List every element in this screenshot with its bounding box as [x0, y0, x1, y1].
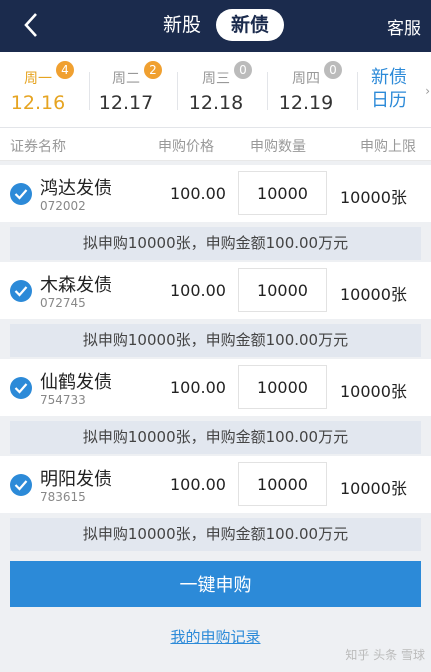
tab-group: 新股 新债 — [148, 9, 285, 41]
bond-limit: 10000张 — [340, 382, 407, 401]
day-date: 12.17 — [98, 92, 154, 114]
table-header: 证券名称 申购价格 申购数量 申购上限 — [0, 128, 431, 161]
bond-code: 783615 — [40, 490, 86, 504]
day-date: 12.19 — [278, 92, 334, 114]
column-header-limit: 申购上限 — [360, 139, 416, 155]
top-bar: 新股 新债 客服 — [0, 0, 431, 52]
bond-price: 100.00 — [170, 378, 226, 397]
checkbox-checked-icon[interactable] — [10, 280, 32, 302]
day-tab-monday[interactable]: 周一 4 12.16 — [0, 52, 90, 128]
subscription-summary: 拟申购10000张，申购金额100.00万元 — [10, 227, 421, 260]
day-tab-tuesday[interactable]: 周二 2 12.17 — [88, 52, 178, 128]
quantity-input[interactable] — [238, 462, 327, 506]
my-subscription-records-link[interactable]: 我的申购记录 — [0, 626, 431, 647]
bond-price: 100.00 — [170, 184, 226, 203]
count-badge: 0 — [234, 61, 252, 79]
tab-new-stock[interactable]: 新股 — [148, 9, 216, 41]
bond-code: 072745 — [40, 296, 86, 310]
tab-new-bond[interactable]: 新债 — [216, 9, 285, 41]
count-badge: 4 — [56, 61, 74, 79]
quantity-input[interactable] — [238, 171, 327, 215]
bond-item: 鸿达发债 072002 100.00 10000张 拟申购10000张，申购金额… — [0, 165, 431, 260]
column-header-quantity: 申购数量 — [250, 139, 306, 155]
table-row: 木森发债 072745 100.00 10000张 — [0, 262, 431, 319]
one-click-subscribe-button[interactable]: 一键申购 — [10, 561, 421, 607]
day-tab-wednesday[interactable]: 周三 0 12.18 — [178, 52, 268, 128]
count-badge: 2 — [144, 61, 162, 79]
subscription-summary: 拟申购10000张，申购金额100.00万元 — [10, 324, 421, 357]
bond-name: 木森发债 — [40, 275, 112, 296]
count-badge: 0 — [324, 61, 342, 79]
chevron-right-icon: › — [425, 84, 430, 98]
divider — [357, 72, 358, 110]
table-row: 仙鹤发债 754733 100.00 10000张 — [0, 359, 431, 416]
bond-calendar-link[interactable]: 新债日历 — [371, 66, 417, 112]
quantity-input[interactable] — [238, 268, 327, 312]
bond-price: 100.00 — [170, 281, 226, 300]
customer-service-link[interactable]: 客服 — [387, 14, 421, 39]
bond-limit: 10000张 — [340, 479, 407, 498]
bond-limit: 10000张 — [340, 285, 407, 304]
bond-limit: 10000张 — [340, 188, 407, 207]
date-selector: 周一 4 12.16 周二 2 12.17 周三 0 12.18 周四 0 12… — [0, 52, 431, 128]
checkbox-checked-icon[interactable] — [10, 377, 32, 399]
checkbox-checked-icon[interactable] — [10, 183, 32, 205]
bond-price: 100.00 — [170, 475, 226, 494]
watermark: 知乎 头条 雪球 — [345, 648, 425, 662]
bond-code: 072002 — [40, 199, 86, 213]
back-arrow-icon[interactable] — [18, 10, 48, 40]
table-row: 明阳发债 783615 100.00 10000张 — [0, 456, 431, 513]
bond-item: 木森发债 072745 100.00 10000张 拟申购10000张，申购金额… — [0, 262, 431, 357]
table-row: 鸿达发债 072002 100.00 10000张 — [0, 165, 431, 222]
day-date: 12.18 — [188, 92, 244, 114]
column-header-price: 申购价格 — [158, 139, 214, 155]
day-tab-thursday[interactable]: 周四 0 12.19 — [268, 52, 358, 128]
bond-item: 明阳发债 783615 100.00 10000张 拟申购10000张，申购金额… — [0, 456, 431, 551]
checkbox-checked-icon[interactable] — [10, 474, 32, 496]
quantity-input[interactable] — [238, 365, 327, 409]
bond-name: 鸿达发债 — [40, 178, 112, 199]
subscription-summary: 拟申购10000张，申购金额100.00万元 — [10, 518, 421, 551]
column-header-name: 证券名称 — [10, 139, 66, 155]
day-date: 12.16 — [10, 92, 66, 114]
bond-name: 仙鹤发债 — [40, 372, 112, 393]
subscription-summary: 拟申购10000张，申购金额100.00万元 — [10, 421, 421, 454]
bond-item: 仙鹤发债 754733 100.00 10000张 拟申购10000张，申购金额… — [0, 359, 431, 454]
bond-code: 754733 — [40, 393, 86, 407]
bond-name: 明阳发债 — [40, 469, 112, 490]
